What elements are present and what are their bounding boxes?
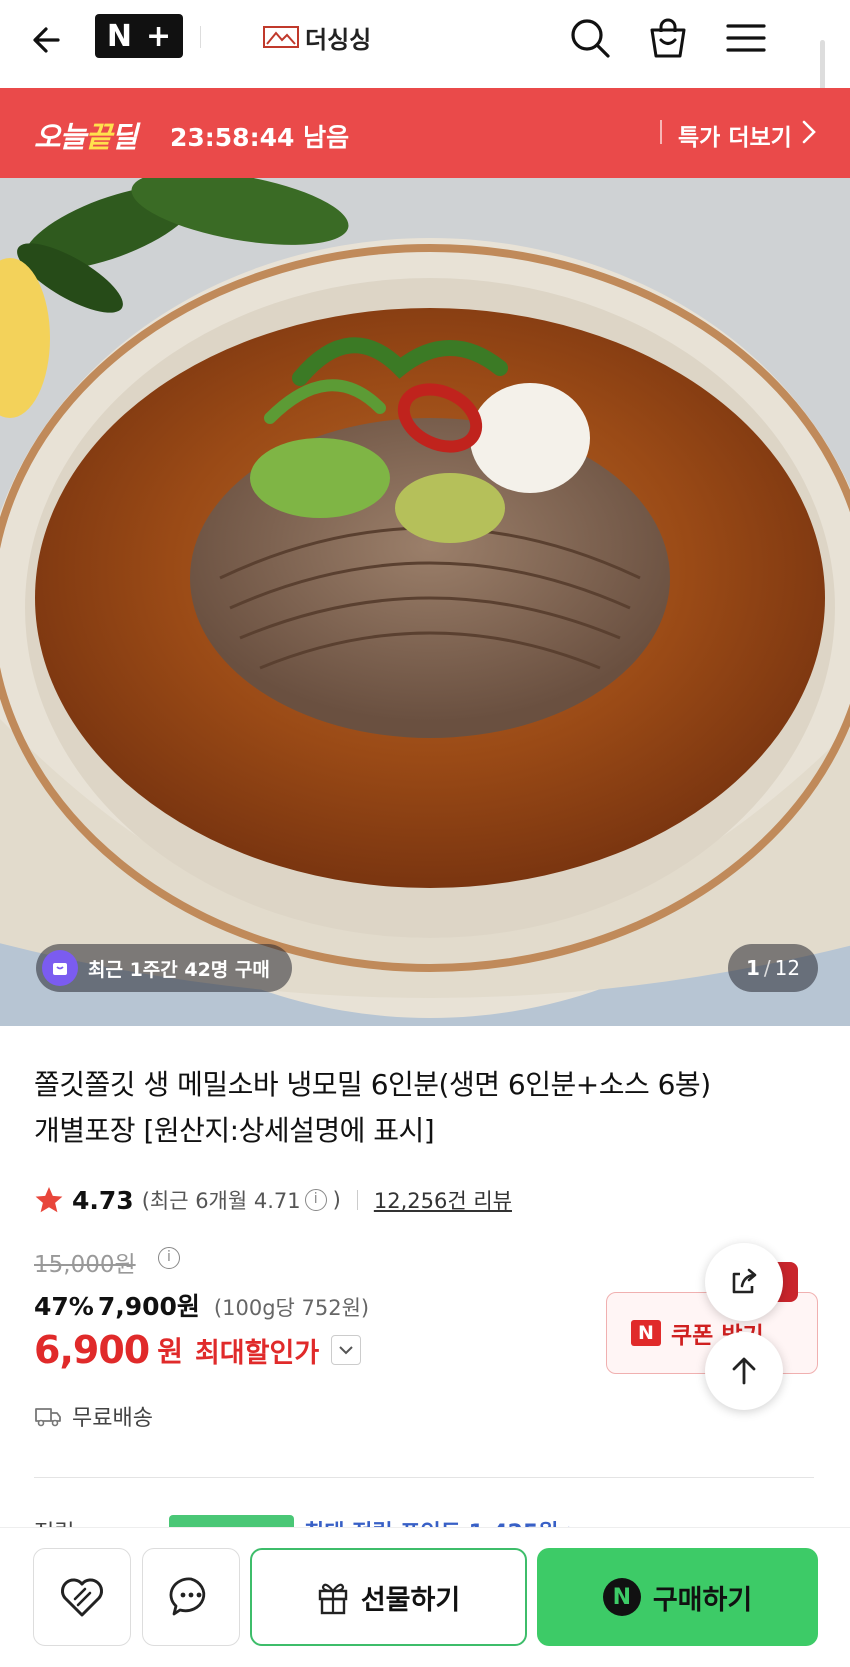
product-title: 쫄깃쫄깃 생 메밀소바 냉모밀 6인분(생면 6인분+소스 6봉) 개별포장 [… <box>34 1062 814 1154</box>
max-discount-row: 6,900 원 최대할인가 <box>34 1328 362 1372</box>
page-separator: / <box>763 956 771 980</box>
search-icon[interactable] <box>566 14 614 62</box>
today-deal-badge: 오늘끝딜 <box>34 114 138 156</box>
brand-mountain-icon <box>263 26 299 48</box>
buy-button[interactable]: N 구매하기 <box>537 1548 818 1646</box>
scroll-top-button[interactable] <box>705 1332 783 1410</box>
image-page-counter: 1/12 <box>728 944 818 992</box>
discount-rate: 47% <box>34 1292 94 1321</box>
truck-icon <box>35 1408 61 1427</box>
deal-more-link[interactable]: 특가 더보기 <box>678 118 792 152</box>
max-discount-toggle[interactable] <box>331 1335 362 1365</box>
max-discount-won: 원 <box>157 1335 183 1368</box>
brand-link[interactable]: 더싱싱 <box>263 20 371 54</box>
recent-rating-close: ) <box>332 1188 341 1212</box>
price-info-icon[interactable]: i <box>158 1247 180 1269</box>
rating-value: 4.73 <box>72 1185 134 1215</box>
bottom-action-bar: 선물하기 N 구매하기 <box>0 1527 850 1667</box>
recent-buyers-text: 최근 1주간 42명 구매 <box>88 958 270 981</box>
product-title-line2: 개별포장 [원산지:상세설명에 표시] <box>34 1114 435 1147</box>
wishlist-button[interactable] <box>33 1548 131 1646</box>
unit-price: (100g당 752원) <box>213 1296 370 1320</box>
max-discount-label: 최대할인가 <box>194 1337 320 1369</box>
deal-badge-prefix: 오늘 <box>34 120 86 154</box>
deal-badge-highlight: 끝 <box>85 120 112 154</box>
sale-price-row: 47% 7,900원 (100g당 752원) <box>34 1287 369 1323</box>
top-header: N + 더싱싱 <box>0 0 850 88</box>
deal-badge-suffix: 딜 <box>111 120 138 154</box>
page-total: 12 <box>774 956 801 980</box>
page-current: 1 <box>745 956 760 980</box>
arrow-up-icon <box>732 1357 756 1385</box>
nplus-n: N <box>106 18 132 54</box>
chevron-right-icon <box>802 120 816 144</box>
product-title-line1: 쫄깃쫄깃 생 메밀소바 냉모밀 6인분(생면 6인분+소스 6봉) <box>34 1068 711 1101</box>
naverpay-n-icon: N <box>602 1578 641 1616</box>
section-divider <box>34 1477 814 1478</box>
talktalk-button[interactable] <box>142 1548 240 1646</box>
share-icon <box>732 1268 757 1294</box>
star-icon <box>35 1187 63 1213</box>
deal-separator <box>660 120 662 144</box>
recent-buyers-badge: 최근 1주간 42명 구매 <box>36 944 292 992</box>
gift-button[interactable]: 선물하기 <box>250 1548 527 1646</box>
recent-rating: (최근 6개월 4.71 <box>141 1189 301 1213</box>
header-divider <box>200 26 201 48</box>
max-discount-price: 6,900 <box>34 1328 150 1372</box>
today-deal-banner[interactable]: 오늘끝딜 23:58:44 남음 특가 더보기 <box>0 88 850 178</box>
gift-label: 선물하기 <box>360 1584 461 1616</box>
heart-icon <box>61 1578 103 1617</box>
nplus-logo[interactable]: N + <box>95 14 183 58</box>
shopping-bag-icon[interactable] <box>644 14 692 62</box>
back-arrow-icon[interactable] <box>28 18 72 62</box>
buy-label: 구매하기 <box>652 1584 753 1616</box>
shopping-bag-badge-icon <box>42 950 78 986</box>
chat-bubble-icon <box>169 1577 206 1616</box>
share-button[interactable] <box>705 1243 783 1321</box>
info-icon[interactable]: i <box>304 1189 327 1211</box>
rating-row: 4.73 (최근 6개월 4.71 i ) 12,256건 리뷰 <box>34 1180 512 1220</box>
sale-price: 7,900원 <box>97 1292 200 1321</box>
deal-countdown: 23:58:44 남음 <box>170 123 350 152</box>
shipping-row: 무료배송 <box>34 1400 153 1432</box>
shipping-text: 무료배송 <box>72 1406 153 1431</box>
original-price: 15,000원 <box>34 1252 136 1278</box>
product-photo <box>0 178 850 1026</box>
rating-divider <box>356 1190 358 1210</box>
review-count-link[interactable]: 12,256건 리뷰 <box>374 1185 512 1215</box>
menu-icon[interactable] <box>722 14 770 62</box>
chevron-down-icon <box>339 1346 353 1355</box>
gift-icon <box>318 1583 348 1615</box>
nplus-plus: + <box>145 18 172 54</box>
product-image-carousel[interactable]: 최근 1주간 42명 구매 1/12 <box>0 178 850 1026</box>
naver-n-icon: N <box>631 1320 661 1346</box>
brand-name: 더싱싱 <box>305 25 372 54</box>
